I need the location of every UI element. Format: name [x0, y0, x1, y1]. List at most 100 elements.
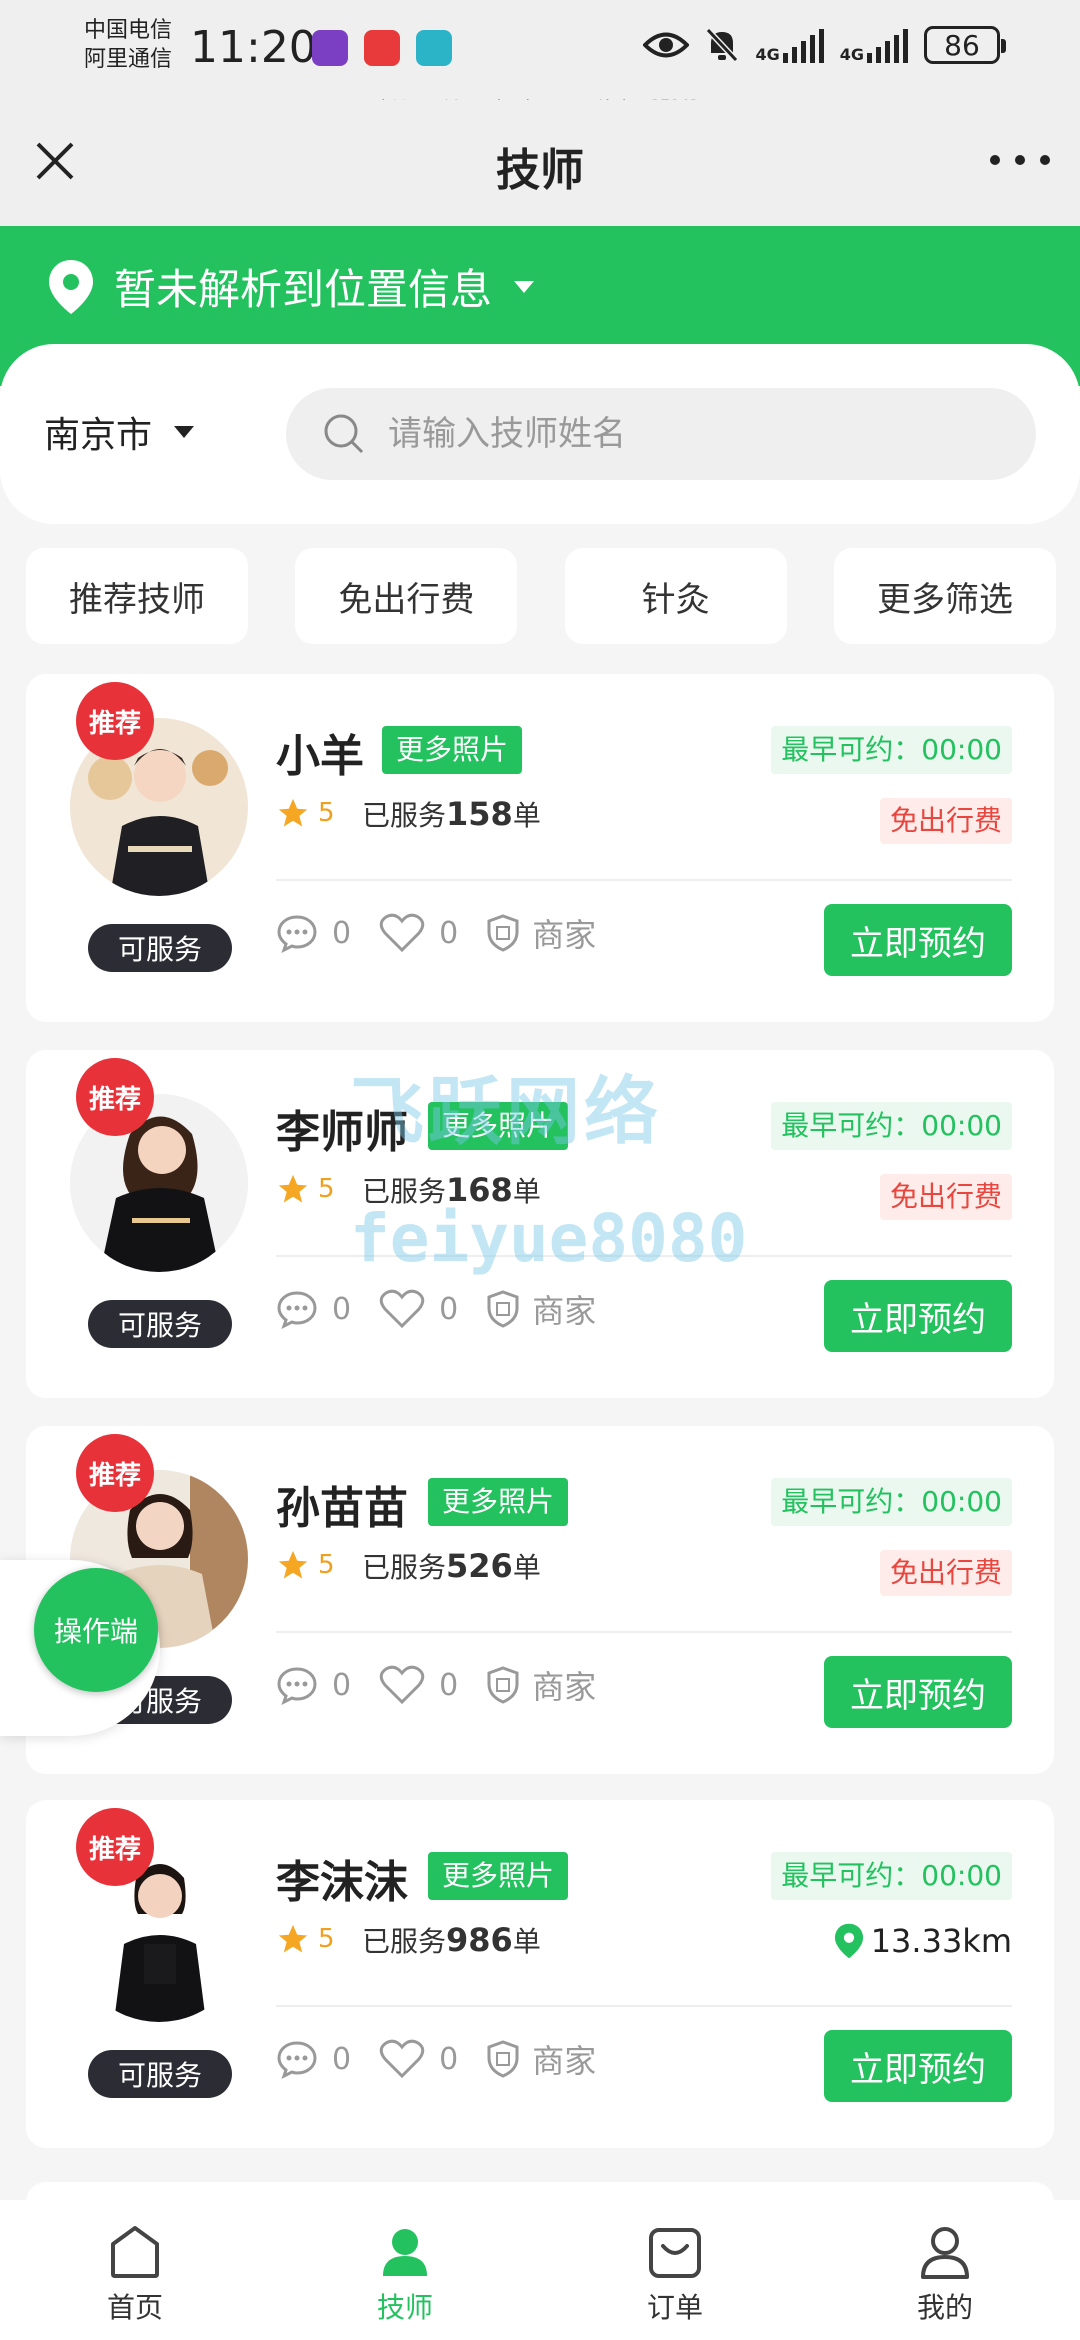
city-selector[interactable]: 南京市 — [44, 406, 195, 458]
search-box[interactable] — [286, 388, 1036, 480]
location-pin-icon — [49, 259, 93, 314]
filter-chip[interactable]: 更多筛选 — [833, 548, 1056, 644]
card-stats: 0 0 商家 — [276, 1662, 596, 1708]
like-count: 0 — [439, 1291, 459, 1327]
therapist-card[interactable]: 推荐 可服务 李沫沫 更多照片 最早可约：00:00 5 已服务 986 单 13.… — [26, 1800, 1054, 2148]
star-icon — [278, 1924, 308, 1953]
search-icon — [324, 414, 364, 454]
signal-1: 4G — [755, 27, 824, 63]
like-count: 0 — [439, 1667, 459, 1703]
mute-bell-icon — [706, 27, 739, 63]
shield-merchant-icon — [487, 1666, 519, 1704]
carrier-1: 中国电信 — [84, 18, 173, 43]
nav-label: 我的 — [916, 2291, 973, 2324]
card-stats: 0 0 商家 — [276, 2036, 596, 2082]
therapist-name: 小羊 — [276, 731, 364, 782]
card-stats: 0 0 商家 — [276, 1286, 596, 1332]
available-tag: 可服务 — [88, 2050, 232, 2098]
eye-icon — [643, 32, 690, 58]
merchant-label: 商家 — [532, 1292, 597, 1330]
caret-down-icon — [514, 280, 535, 293]
filter-chip[interactable]: 针灸 — [564, 548, 787, 644]
no-travel-fee-tag: 免出行费 — [879, 1550, 1012, 1596]
operator-float-button[interactable]: 操作端 — [34, 1568, 158, 1692]
heart-icon[interactable] — [379, 1665, 425, 1705]
therapist-icon — [383, 2229, 427, 2276]
star-icon — [278, 1174, 308, 1203]
shield-merchant-icon — [487, 2040, 519, 2078]
heart-icon[interactable] — [379, 1289, 425, 1329]
earliest-time: 最早可约：00:00 — [771, 1852, 1012, 1900]
rating: 5 — [276, 796, 335, 830]
filter-chip[interactable]: 免出行费 — [295, 548, 518, 644]
comment-icon[interactable] — [276, 913, 318, 953]
carrier-2: 阿里通信 — [84, 47, 173, 72]
title-bar: 技师 — [0, 100, 1080, 226]
divider — [276, 2005, 1012, 2007]
no-travel-fee-tag: 免出行费 — [879, 1174, 1012, 1220]
like-count: 0 — [439, 2041, 459, 2077]
heart-icon[interactable] — [379, 2039, 425, 2079]
nav-item-therapist[interactable]: 技师 — [270, 2200, 540, 2340]
shield-merchant-icon — [487, 1290, 519, 1328]
recommend-badge: 推荐 — [76, 1058, 154, 1136]
comment-icon[interactable] — [276, 1665, 318, 1705]
nav-label: 订单 — [646, 2291, 703, 2324]
location-text: 暂未解析到位置信息 — [114, 265, 493, 314]
notification-app-icon — [416, 30, 452, 66]
status-time: 11:20 — [190, 22, 317, 73]
book-now-button[interactable]: 立即预约 — [824, 904, 1012, 976]
more-photos-button[interactable]: 更多照片 — [428, 1478, 569, 1526]
caret-down-icon — [174, 426, 195, 438]
merchant-label: 商家 — [532, 916, 597, 954]
rating: 5 — [276, 1172, 335, 1206]
battery-indicator: 86 — [924, 26, 1006, 64]
more-options-button[interactable] — [990, 150, 1050, 170]
location-selector[interactable]: 暂未解析到位置信息 — [46, 256, 535, 317]
rating-score: 5 — [318, 1550, 335, 1580]
nav-item-orders[interactable]: 订单 — [540, 2200, 810, 2340]
earliest-time: 最早可约：00:00 — [771, 726, 1012, 774]
recommend-badge: 推荐 — [76, 1434, 154, 1512]
divider — [276, 879, 1012, 881]
city-label: 南京市 — [44, 415, 153, 456]
served-count: 已服务 526 单 — [362, 1547, 541, 1585]
recommend-badge: 推荐 — [76, 1808, 154, 1886]
signal-bars-icon — [782, 27, 824, 63]
nav-label: 首页 — [106, 2291, 163, 2324]
home-icon — [111, 2226, 159, 2278]
more-photos-button[interactable]: 更多照片 — [382, 726, 523, 774]
signal-bars-icon — [867, 27, 908, 63]
earliest-time: 最早可约：00:00 — [771, 1478, 1012, 1526]
star-icon — [278, 798, 308, 827]
heart-icon[interactable] — [379, 913, 425, 953]
nav-label: 技师 — [376, 2291, 433, 2324]
more-photos-button[interactable]: 更多照片 — [428, 1852, 569, 1900]
user-icon — [921, 2227, 969, 2279]
nav-item-home[interactable]: 首页 — [0, 2200, 270, 2340]
location-pin-icon — [834, 1923, 863, 1959]
distance-value: 13.33km — [870, 1922, 1012, 1960]
therapist-card[interactable]: 推荐 可服务 孙苗苗 更多照片 最早可约：00:00 5 已服务 526 单 免出行… — [26, 1426, 1054, 1774]
watermark-text: 飞跃网络 — [350, 1069, 662, 1155]
rating-score: 5 — [318, 798, 335, 828]
comment-icon[interactable] — [276, 2039, 318, 2079]
carrier-info: 中国电信 阿里通信 — [84, 16, 172, 74]
book-now-button[interactable]: 立即预约 — [824, 1656, 1012, 1728]
search-input[interactable] — [388, 414, 988, 454]
therapist-card[interactable]: 推荐 可服务 小羊 更多照片 最早可约：00:00 5 已服务 158 单 免出行费… — [26, 674, 1054, 1022]
book-now-button[interactable]: 立即预约 — [824, 2030, 1012, 2102]
page-title: 技师 — [496, 145, 584, 196]
signal-2: 4G — [840, 27, 908, 63]
comment-count: 0 — [332, 1667, 352, 1703]
merchant-label: 商家 — [532, 1668, 597, 1706]
filter-chip[interactable]: 推荐技师 — [26, 548, 248, 644]
rating: 5 — [276, 1922, 335, 1956]
nav-item-profile[interactable]: 我的 — [810, 2200, 1080, 2340]
book-now-button[interactable]: 立即预约 — [824, 1280, 1012, 1352]
filter-chips: 推荐技师 免出行费 针灸 更多筛选 — [26, 548, 1056, 644]
order-bag-icon — [649, 2228, 701, 2278]
merchant-label: 商家 — [532, 2042, 597, 2080]
available-tag: 可服务 — [88, 1300, 232, 1348]
comment-icon[interactable] — [276, 1289, 318, 1329]
